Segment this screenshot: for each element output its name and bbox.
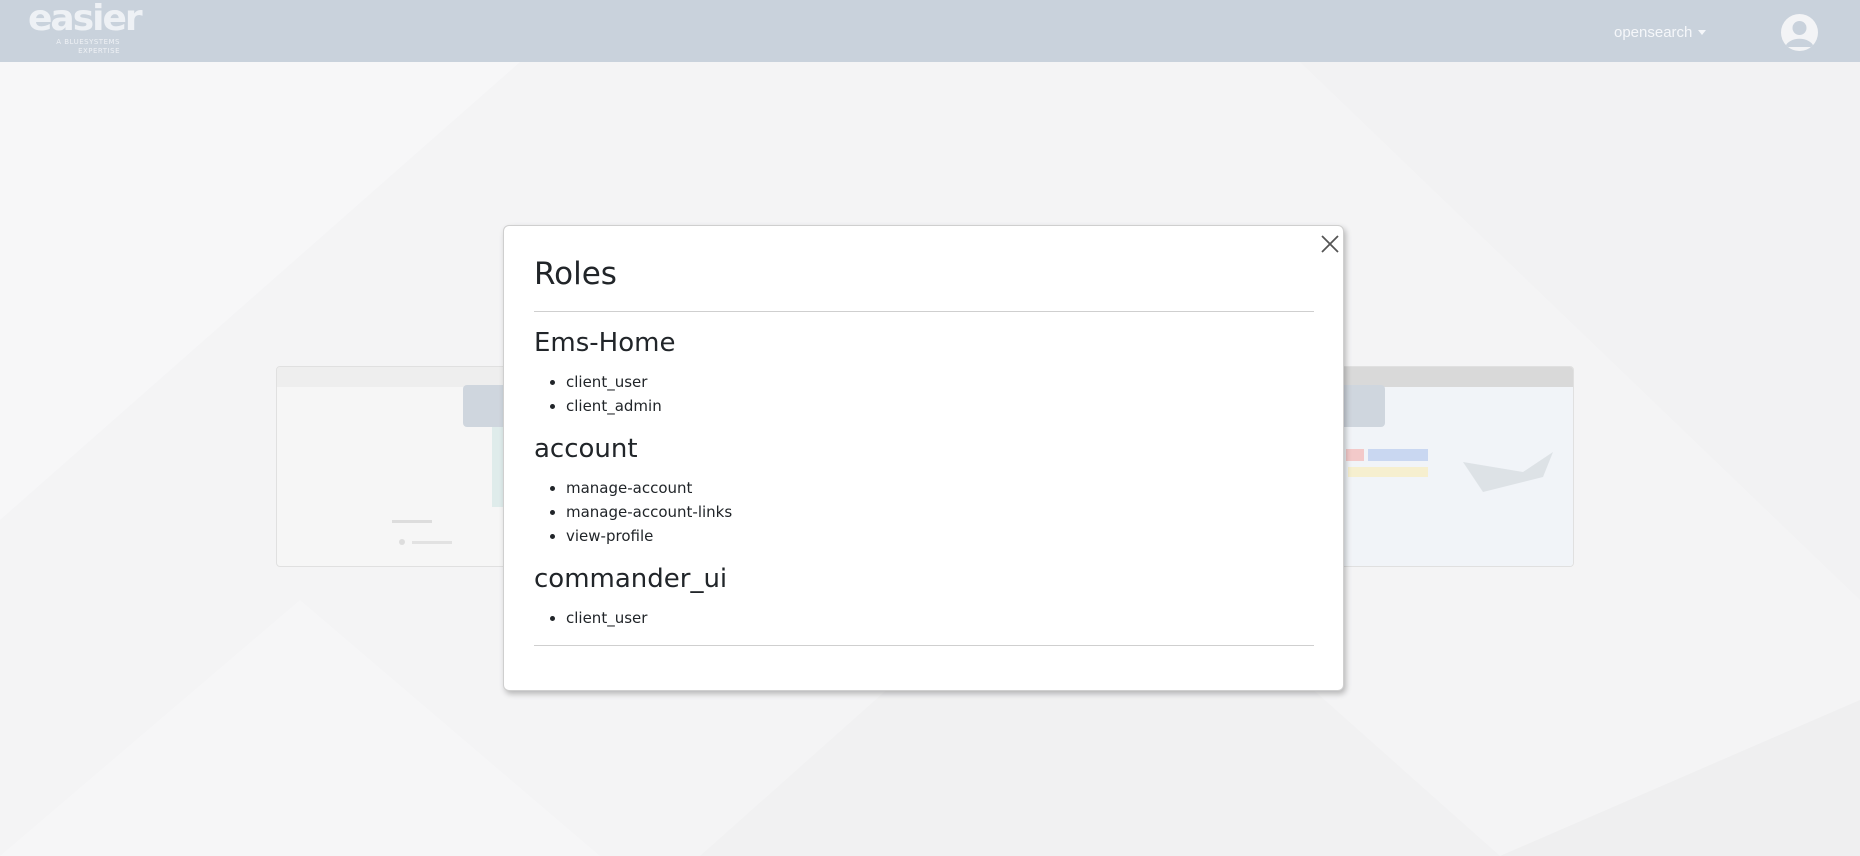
role-list: manage-account manage-account-links view… xyxy=(534,476,732,548)
role-group-title: account xyxy=(534,434,638,464)
close-icon[interactable] xyxy=(1317,231,1343,257)
roles-modal: Roles Ems-Home client_user client_admin … xyxy=(503,225,1344,691)
divider xyxy=(534,311,1314,312)
divider xyxy=(534,645,1314,646)
role-item: manage-account xyxy=(566,476,732,500)
top-navbar: easier A BLUESYSTEMS EXPERTISE opensearc… xyxy=(0,0,1860,62)
realm-dropdown-label: opensearch xyxy=(1614,24,1693,41)
role-item: manage-account-links xyxy=(566,500,732,524)
role-item: client_user xyxy=(566,370,662,394)
caret-down-icon xyxy=(1698,30,1707,35)
logo-tagline-2: EXPERTISE xyxy=(78,47,120,55)
role-list: client_user xyxy=(534,606,647,630)
logo-tagline: A BLUESYSTEMS xyxy=(56,38,120,46)
role-item: view-profile xyxy=(566,524,732,548)
user-avatar-icon[interactable] xyxy=(1781,14,1818,51)
role-item: client_user xyxy=(566,606,647,630)
logo-wordmark: easier xyxy=(28,0,143,39)
realm-dropdown[interactable]: opensearch xyxy=(1614,24,1707,41)
role-group-title: commander_ui xyxy=(534,564,728,594)
modal-title: Roles xyxy=(534,256,617,292)
easier-logo[interactable]: easier A BLUESYSTEMS EXPERTISE xyxy=(28,0,143,56)
role-list: client_user client_admin xyxy=(534,370,662,418)
role-group-title: Ems-Home xyxy=(534,328,676,358)
role-item: client_admin xyxy=(566,394,662,418)
